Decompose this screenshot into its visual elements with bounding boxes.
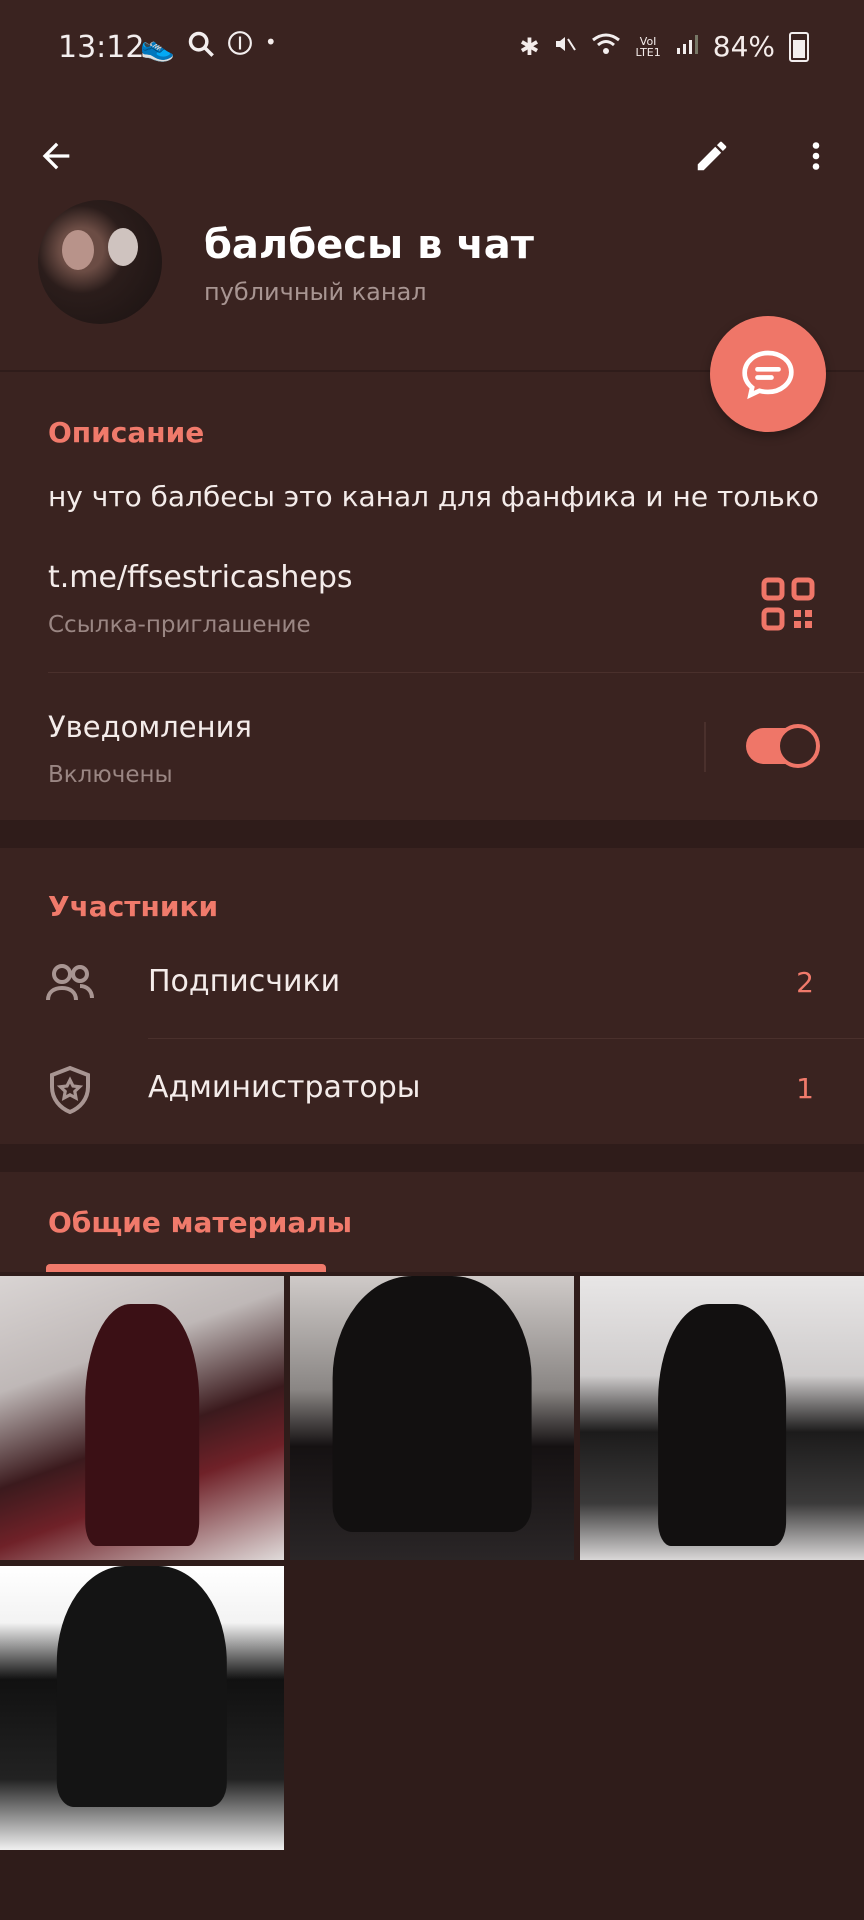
dot-icon: • — [264, 30, 277, 54]
more-vert-icon — [812, 142, 820, 170]
media-thumbnail[interactable] — [0, 1276, 284, 1560]
description-title: Описание — [48, 416, 205, 449]
people-icon — [44, 958, 96, 1010]
subscribers-count: 2 — [796, 966, 814, 999]
mute-icon — [553, 30, 577, 63]
shoe-icon: 👟 — [140, 30, 175, 63]
divider — [48, 672, 864, 673]
qr-code-icon — [761, 577, 815, 631]
subscribers-row[interactable]: Подписчики 2 — [0, 934, 864, 1034]
administrators-count: 1 — [796, 1072, 814, 1105]
status-bar: 13:12 👟 • ✱ VoI LTE1 84% — [0, 0, 864, 100]
tab-shared-media[interactable]: Общие материалы — [48, 1206, 352, 1239]
battery-icon — [789, 31, 809, 62]
subscribers-label: Подписчики — [148, 964, 341, 999]
pencil-icon — [697, 141, 727, 171]
more-options-button[interactable] — [784, 124, 848, 188]
tab-indicator — [46, 1264, 326, 1272]
vertical-separator — [704, 722, 706, 772]
info-section: Описание ну что балбесы это канал для фа… — [0, 372, 864, 820]
status-left-icons: 👟 • — [140, 30, 277, 65]
media-tabs: Общие материалы — [0, 1172, 864, 1272]
shield-star-icon — [44, 1064, 96, 1116]
channel-title: балбесы в чат — [204, 222, 534, 268]
channel-description: ну что балбесы это канал для фанфика и н… — [48, 480, 819, 513]
volte-icon: VoI LTE1 — [635, 34, 661, 59]
edit-button[interactable] — [680, 124, 744, 188]
administrators-row[interactable]: Администраторы 1 — [0, 1040, 864, 1140]
channel-avatar[interactable] — [38, 200, 162, 324]
wifi-icon — [591, 30, 621, 63]
discussion-fab[interactable] — [710, 316, 826, 432]
signal-icon — [675, 30, 699, 63]
battery-percent: 84% — [712, 30, 775, 63]
members-section: Участники Подписчики 2 Администраторы 1 — [0, 848, 864, 1144]
food-icon — [227, 30, 253, 65]
media-thumbnail[interactable] — [290, 1276, 574, 1560]
members-title: Участники — [48, 890, 219, 923]
shared-media-section: Общие материалы — [0, 1172, 864, 1920]
notifications-toggle[interactable] — [746, 724, 820, 768]
notifications-label: Уведомления — [48, 710, 252, 744]
invite-link-caption: Ссылка-приглашение — [48, 612, 311, 638]
channel-subtitle: публичный канал — [204, 278, 427, 306]
notifications-status: Включены — [48, 762, 173, 788]
qr-code-button[interactable] — [760, 576, 816, 632]
chat-bubble-icon — [742, 350, 794, 400]
media-thumbnail[interactable] — [0, 1566, 284, 1850]
bluetooth-icon: ✱ — [519, 32, 540, 61]
administrators-label: Администраторы — [148, 1070, 421, 1105]
search-icon — [187, 30, 215, 65]
status-time: 13:12 — [58, 30, 145, 65]
media-thumbnail[interactable] — [580, 1276, 864, 1560]
status-right-icons: ✱ VoI LTE1 84% — [519, 30, 809, 63]
invite-link[interactable]: t.me/ffsestricasheps — [48, 560, 353, 595]
back-button[interactable] — [24, 124, 88, 188]
divider — [148, 1038, 864, 1039]
back-arrow-icon — [42, 142, 70, 170]
